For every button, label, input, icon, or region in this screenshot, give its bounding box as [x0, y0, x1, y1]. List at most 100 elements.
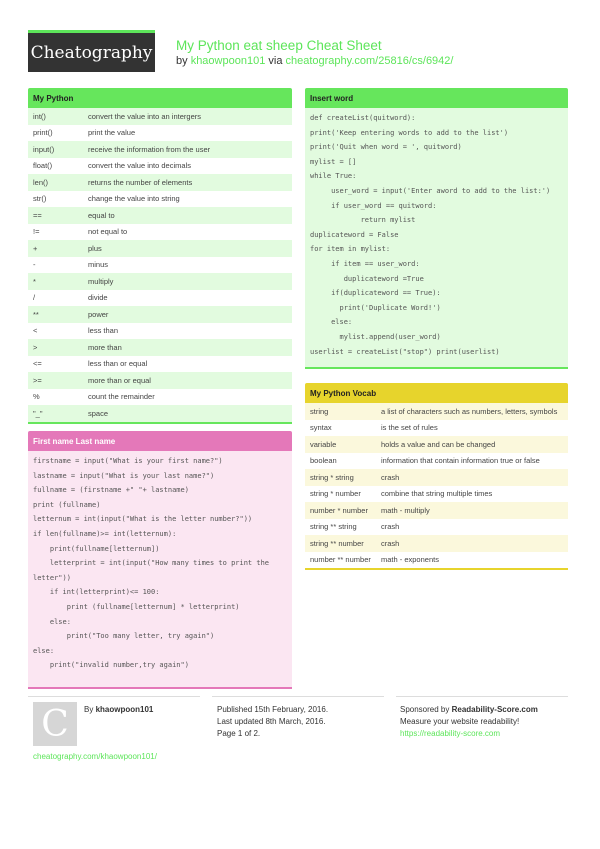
- term-cell: boolean: [310, 456, 337, 466]
- term-cell: string * string: [305, 469, 376, 486]
- table-row: input() receive the information from the …: [28, 141, 292, 158]
- published-date: Published 15th February, 2016.: [217, 705, 329, 714]
- definition-cell: crash: [381, 522, 400, 532]
- code-line: user_word = input('Enter aword to add to…: [310, 186, 551, 195]
- footer-author-name[interactable]: khaowpoon101: [96, 705, 154, 714]
- footer-divider: [396, 696, 568, 697]
- page-number: Page 1 of 2.: [217, 729, 261, 738]
- author-link[interactable]: khaowpoon101: [191, 55, 266, 67]
- author-avatar[interactable]: C: [33, 702, 77, 746]
- table-row: - minus: [28, 257, 292, 274]
- term-cell: %: [33, 392, 40, 402]
- definition-cell: print the value: [88, 128, 136, 138]
- code-block: def createList(quitword): print('Keep ent…: [305, 108, 568, 370]
- table-row: string * number combine that string multi…: [305, 486, 568, 503]
- term-cell: string * number: [310, 489, 361, 499]
- table-row: number * number math - multiply: [305, 502, 568, 519]
- table-row: boolean information that contain informat…: [305, 453, 568, 470]
- definition-cell: equal to: [83, 207, 292, 224]
- publish-info: Published 15th February, 2016. Last upda…: [217, 704, 328, 740]
- code-line: letternum = int(input("What is the lette…: [33, 515, 253, 524]
- code-line: firstname = input("What is your first na…: [33, 457, 223, 465]
- definition-cell: is the set of rules: [381, 423, 438, 433]
- definition-cell: not equal to: [88, 227, 128, 237]
- definition-cell: power: [83, 306, 292, 323]
- footer-divider: [212, 696, 384, 697]
- section-header: My Python: [28, 88, 292, 108]
- sponsor-name[interactable]: Readability-Score.com: [452, 705, 538, 714]
- term-cell: input(): [28, 141, 83, 158]
- code-line: print (fullname): [33, 500, 101, 509]
- code-line: if int(letterprint)<= 100:: [33, 588, 160, 597]
- code-line: duplicateword =True: [310, 274, 424, 283]
- definition-cell: combine that string multiple times: [381, 489, 493, 499]
- table-row: len() returns the number of elements: [28, 174, 292, 191]
- definition-cell: less than or equal: [88, 359, 148, 369]
- footer-divider: [28, 696, 200, 697]
- table-row: < less than: [28, 323, 292, 340]
- table-row: float() convert the value into decimals: [28, 158, 292, 175]
- code-block: firstname = input("What is your first na…: [28, 451, 292, 689]
- definition-cell: crash: [376, 535, 568, 552]
- code-line: duplicateword = False: [310, 230, 399, 239]
- definition-cell: crash: [376, 469, 568, 486]
- by-label: by: [176, 55, 188, 67]
- definition-cell: space: [83, 405, 292, 423]
- term-cell: "_": [28, 405, 83, 423]
- insert-word-section: Insert word def createList(quitword): pri…: [305, 88, 568, 370]
- page-title: My Python eat sheep Cheat Sheet: [176, 38, 382, 53]
- table-row: string a list of characters such as numbe…: [305, 403, 568, 420]
- definition-cell: math - multiply: [376, 502, 568, 519]
- section-header: First name Last name: [28, 431, 292, 451]
- author-profile-link[interactable]: cheatography.com/khaowpoon101/: [33, 751, 157, 763]
- footer-by-label: By: [84, 705, 94, 714]
- table-row: string * string crash: [305, 469, 568, 486]
- code-line: userlist = createList("stop") print(user…: [310, 347, 500, 356]
- code-line: return mylist: [310, 216, 416, 225]
- code-line: print('Keep entering words to add to the…: [310, 128, 509, 137]
- definition-cell: minus: [88, 260, 109, 270]
- code-line: print (fullname[letternum] * letterprint…: [33, 602, 240, 611]
- table-row: == equal to: [28, 207, 292, 224]
- table-row: str() change the value into string: [28, 191, 292, 208]
- sponsor-link[interactable]: https://readability-score.com: [400, 728, 538, 740]
- code-line: lastname = input("What is your last name…: [33, 471, 215, 480]
- code-line: else:: [33, 646, 55, 655]
- term-cell: +: [28, 240, 83, 257]
- table-row: + plus: [28, 240, 292, 257]
- sponsor-tagline: Measure your website readability!: [400, 717, 520, 726]
- sheet-url-link[interactable]: cheatography.com/25816/cs/6942/: [286, 55, 454, 67]
- table-row: syntax is the set of rules: [305, 420, 568, 437]
- definition-cell: information that contain information tru…: [381, 456, 540, 466]
- definition-cell: receive the information from the user: [83, 141, 292, 158]
- my-python-section: My Python int() convert the value into an…: [28, 88, 292, 424]
- term-cell: ==: [28, 207, 83, 224]
- code-line: if item == user_word:: [310, 259, 420, 268]
- sponsored-label: Sponsored by: [400, 705, 450, 714]
- table-row: string ** number crash: [305, 535, 568, 552]
- table-row: number ** number math - exponents: [305, 552, 568, 570]
- definition-cell: math - exponents: [381, 555, 439, 565]
- definition-cell: change the value into string: [88, 194, 180, 204]
- code-line: print("invalid number,try again"): [33, 661, 189, 670]
- vocab-table: string a list of characters such as numbe…: [305, 403, 568, 570]
- table-row: print() print the value: [28, 125, 292, 142]
- code-line: else:: [310, 318, 353, 327]
- table-row: ** power: [28, 306, 292, 323]
- definition-cell: count the remainder: [88, 392, 155, 402]
- via-label: via: [268, 55, 283, 67]
- term-cell: number * number: [305, 502, 376, 519]
- code-line: print('Duplicate Word!'): [310, 303, 441, 312]
- table-row: <= less than or equal: [28, 356, 292, 373]
- cheatography-logo[interactable]: Cheatography: [28, 30, 155, 72]
- table-row: int() convert the value into an intergers: [28, 108, 292, 125]
- term-cell: >: [28, 339, 83, 356]
- my-python-table: int() convert the value into an intergers…: [28, 108, 292, 424]
- term-cell: <=: [33, 359, 42, 369]
- term-cell: number ** number: [310, 555, 371, 565]
- code-line: mylist.append(user_word): [310, 332, 441, 341]
- term-cell: str(): [33, 194, 47, 204]
- definition-cell: more than: [83, 339, 292, 356]
- definition-cell: holds a value and can be changed: [376, 436, 568, 453]
- code-line: fullname = (firstname +" "+ lastname): [33, 486, 189, 495]
